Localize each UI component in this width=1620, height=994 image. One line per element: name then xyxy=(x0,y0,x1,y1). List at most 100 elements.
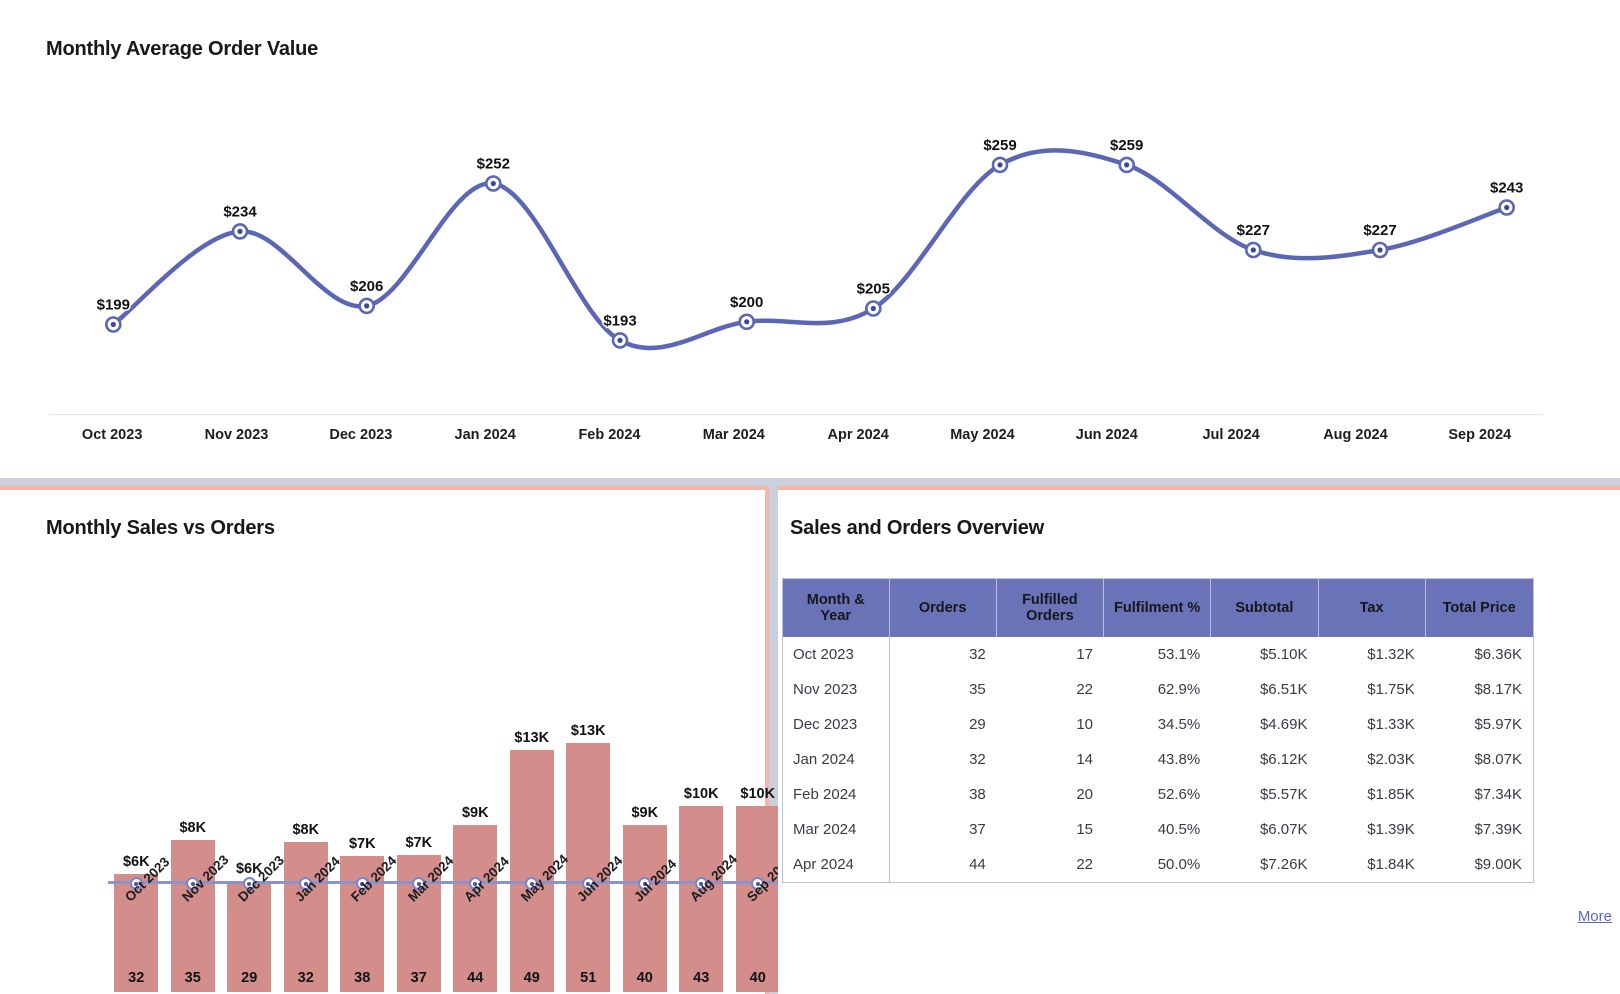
line-point-core xyxy=(1504,204,1510,211)
table-cell: 34.5% xyxy=(1157,716,1201,733)
table-cell: Dec 2023 xyxy=(783,707,890,742)
table-row[interactable]: Dec 2023 29 10 34.5% $4.69K $1.33K $5.97K xyxy=(783,707,1533,742)
orders-value-label: 51 xyxy=(580,970,597,986)
table-cell: Oct 2023 xyxy=(783,637,890,672)
line-point-core xyxy=(744,319,750,325)
table-header-cell[interactable]: Total Price xyxy=(1425,579,1533,637)
overview-table-wrapper: Month & Year Orders Fulfilled Orders Fulfil… xyxy=(782,578,1534,883)
bar-value-label: $7K xyxy=(405,835,433,851)
more-link[interactable]: More xyxy=(1578,908,1612,925)
table-cell: $8.07K xyxy=(1474,751,1522,768)
table-cell: $6.51K xyxy=(1259,681,1308,698)
orders-value-label: 32 xyxy=(297,970,314,986)
line-point-core xyxy=(997,162,1003,168)
table-cell: $5.97K xyxy=(1474,716,1522,733)
table-cell: $7.26K xyxy=(1259,856,1308,873)
orders-value-label: 49 xyxy=(523,970,540,986)
bar-chart-plot: $6K 32 $8K 35 $6K 29 $8K 32 $7K 38 $7K 37 $9K 44 $13K 4… xyxy=(46,582,796,994)
orders-value-label: 32 xyxy=(128,970,145,986)
table-cell: 38 xyxy=(969,786,986,803)
table-row[interactable]: Apr 2024 44 22 50.0% $7.26K $1.84K $9.00K xyxy=(783,847,1533,882)
bar-value-label: $6K xyxy=(122,854,150,870)
table-cell: 32 xyxy=(969,751,986,768)
line-x-tick: Jan 2024 xyxy=(454,427,516,443)
line-point-label: $259 xyxy=(983,137,1016,154)
table-cell: 43.8% xyxy=(1157,751,1201,768)
orders-value-label: 38 xyxy=(354,970,371,986)
line-point-core xyxy=(1377,247,1383,253)
bar-value-label: $9K xyxy=(461,805,489,821)
line-point-core xyxy=(110,321,116,328)
table-cell: 50.0% xyxy=(1157,856,1201,873)
table-header-cell[interactable]: Tax xyxy=(1318,579,1426,637)
line-point-core xyxy=(870,305,876,312)
table-cell: $7.34K xyxy=(1474,786,1522,803)
line-point-label: $227 xyxy=(1363,222,1396,239)
table-cell: $6.12K xyxy=(1259,751,1308,768)
table-cell: Nov 2023 xyxy=(783,672,890,707)
sales-and-orders-overview-panel: Sales and Orders Overview Month & Year Or… xyxy=(778,490,1620,994)
table-cell: 29 xyxy=(969,716,986,733)
bar-value-label: $10K xyxy=(683,786,719,802)
bar-value-label: $10K xyxy=(740,786,776,802)
line-point-core xyxy=(237,228,243,234)
line-x-tick: Sep 2024 xyxy=(1448,427,1512,443)
monthly-sales-vs-orders-panel: Monthly Sales vs Orders $6K 32 $8K 35 $6K 29 $… xyxy=(0,490,796,994)
line-point-label: $199 xyxy=(97,297,130,314)
table-cell: $7.39K xyxy=(1474,821,1522,838)
orders-value-label: 40 xyxy=(636,970,653,986)
table-cell: $1.32K xyxy=(1367,646,1415,663)
line-point-label: $193 xyxy=(603,312,636,329)
table-cell: 53.1% xyxy=(1157,646,1201,663)
table-cell: 32 xyxy=(969,646,986,663)
bar-value-label: $7K xyxy=(348,836,376,852)
table-cell: $1.33K xyxy=(1367,716,1415,733)
table-cell: Feb 2024 xyxy=(783,777,890,812)
table-header-row: Month & Year Orders Fulfilled Orders Fulfil… xyxy=(783,579,1533,637)
line-x-tick: Oct 2023 xyxy=(81,427,143,443)
bar-value-label: $13K xyxy=(570,723,606,739)
line-x-tick: Mar 2024 xyxy=(702,427,765,443)
table-cell: 52.6% xyxy=(1157,786,1201,803)
line-x-tick: May 2024 xyxy=(950,427,1015,443)
line-point-core xyxy=(490,180,496,187)
table-row[interactable]: Feb 2024 38 20 52.6% $5.57K $1.85K $7.34K xyxy=(783,777,1533,812)
table-body: Oct 2023 32 17 53.1% $5.10K $1.32K $6.36K Nov 2… xyxy=(783,637,1533,882)
table-header-cell[interactable]: Orders xyxy=(889,579,997,637)
table-cell: 10 xyxy=(1076,716,1093,733)
table-head: Month & Year Orders Fulfilled Orders Fulfil… xyxy=(783,579,1533,637)
table-cell: $2.03K xyxy=(1367,751,1415,768)
table-row[interactable]: Jan 2024 32 14 43.8% $6.12K $2.03K $8.07K xyxy=(783,742,1533,777)
table-header-cell[interactable]: Fulfilment % xyxy=(1103,579,1212,637)
bar-value-label: $8K xyxy=(292,822,320,838)
table-cell: $9.00K xyxy=(1474,856,1522,873)
line-point-label: $234 xyxy=(223,203,257,220)
dashboard-root: Monthly Average Order Value $199 $234 $206… xyxy=(0,0,1620,994)
line-x-tick: Dec 2023 xyxy=(329,427,393,443)
table-row[interactable]: Oct 2023 32 17 53.1% $5.10K $1.32K $6.36K xyxy=(783,637,1533,672)
line-chart-x-axis-labels: Oct 2023 Nov 2023 Dec 2023 Jan 2024 Feb 2024… xyxy=(50,418,1542,452)
bar-value-label: $9K xyxy=(631,805,659,821)
table-cell: 22 xyxy=(1076,856,1093,873)
table-row[interactable]: Mar 2024 37 15 40.5% $6.07K $1.39K $7.39K xyxy=(783,812,1533,847)
table-cell: Apr 2024 xyxy=(783,847,890,882)
page-title: Monthly Average Order Value xyxy=(46,38,319,60)
line-chart-plot: $199 $234 $206 $252 $193 $200 $205 $259 $259 $227… xyxy=(50,95,1570,415)
table-cell: Jan 2024 xyxy=(783,742,890,777)
line-point-core xyxy=(364,303,370,309)
table-title: Sales and Orders Overview xyxy=(790,517,1045,539)
table-header-cell[interactable]: Subtotal xyxy=(1210,579,1319,637)
table-row[interactable]: Nov 2023 35 22 62.9% $6.51K $1.75K $8.17K xyxy=(783,672,1533,707)
line-point-label: $200 xyxy=(730,294,763,311)
line-point-label: $259 xyxy=(1110,137,1143,154)
table-cell: $5.10K xyxy=(1259,646,1308,663)
table-cell: 62.9% xyxy=(1157,681,1201,698)
table-header-cell[interactable]: Month & Year xyxy=(783,579,890,637)
table-cell: $8.17K xyxy=(1474,681,1522,698)
table-cell: 44 xyxy=(969,856,986,873)
orders-value-label: 44 xyxy=(467,970,484,986)
line-point-label: $243 xyxy=(1490,180,1523,197)
table-header-cell[interactable]: Fulfilled Orders xyxy=(996,579,1105,637)
bar-chart-x-axis-labels: Oct 2023 Nov 2023 Dec 2023 Jan 2024 Feb 2024… xyxy=(108,852,796,964)
line-x-tick: Jul 2024 xyxy=(1202,427,1260,443)
